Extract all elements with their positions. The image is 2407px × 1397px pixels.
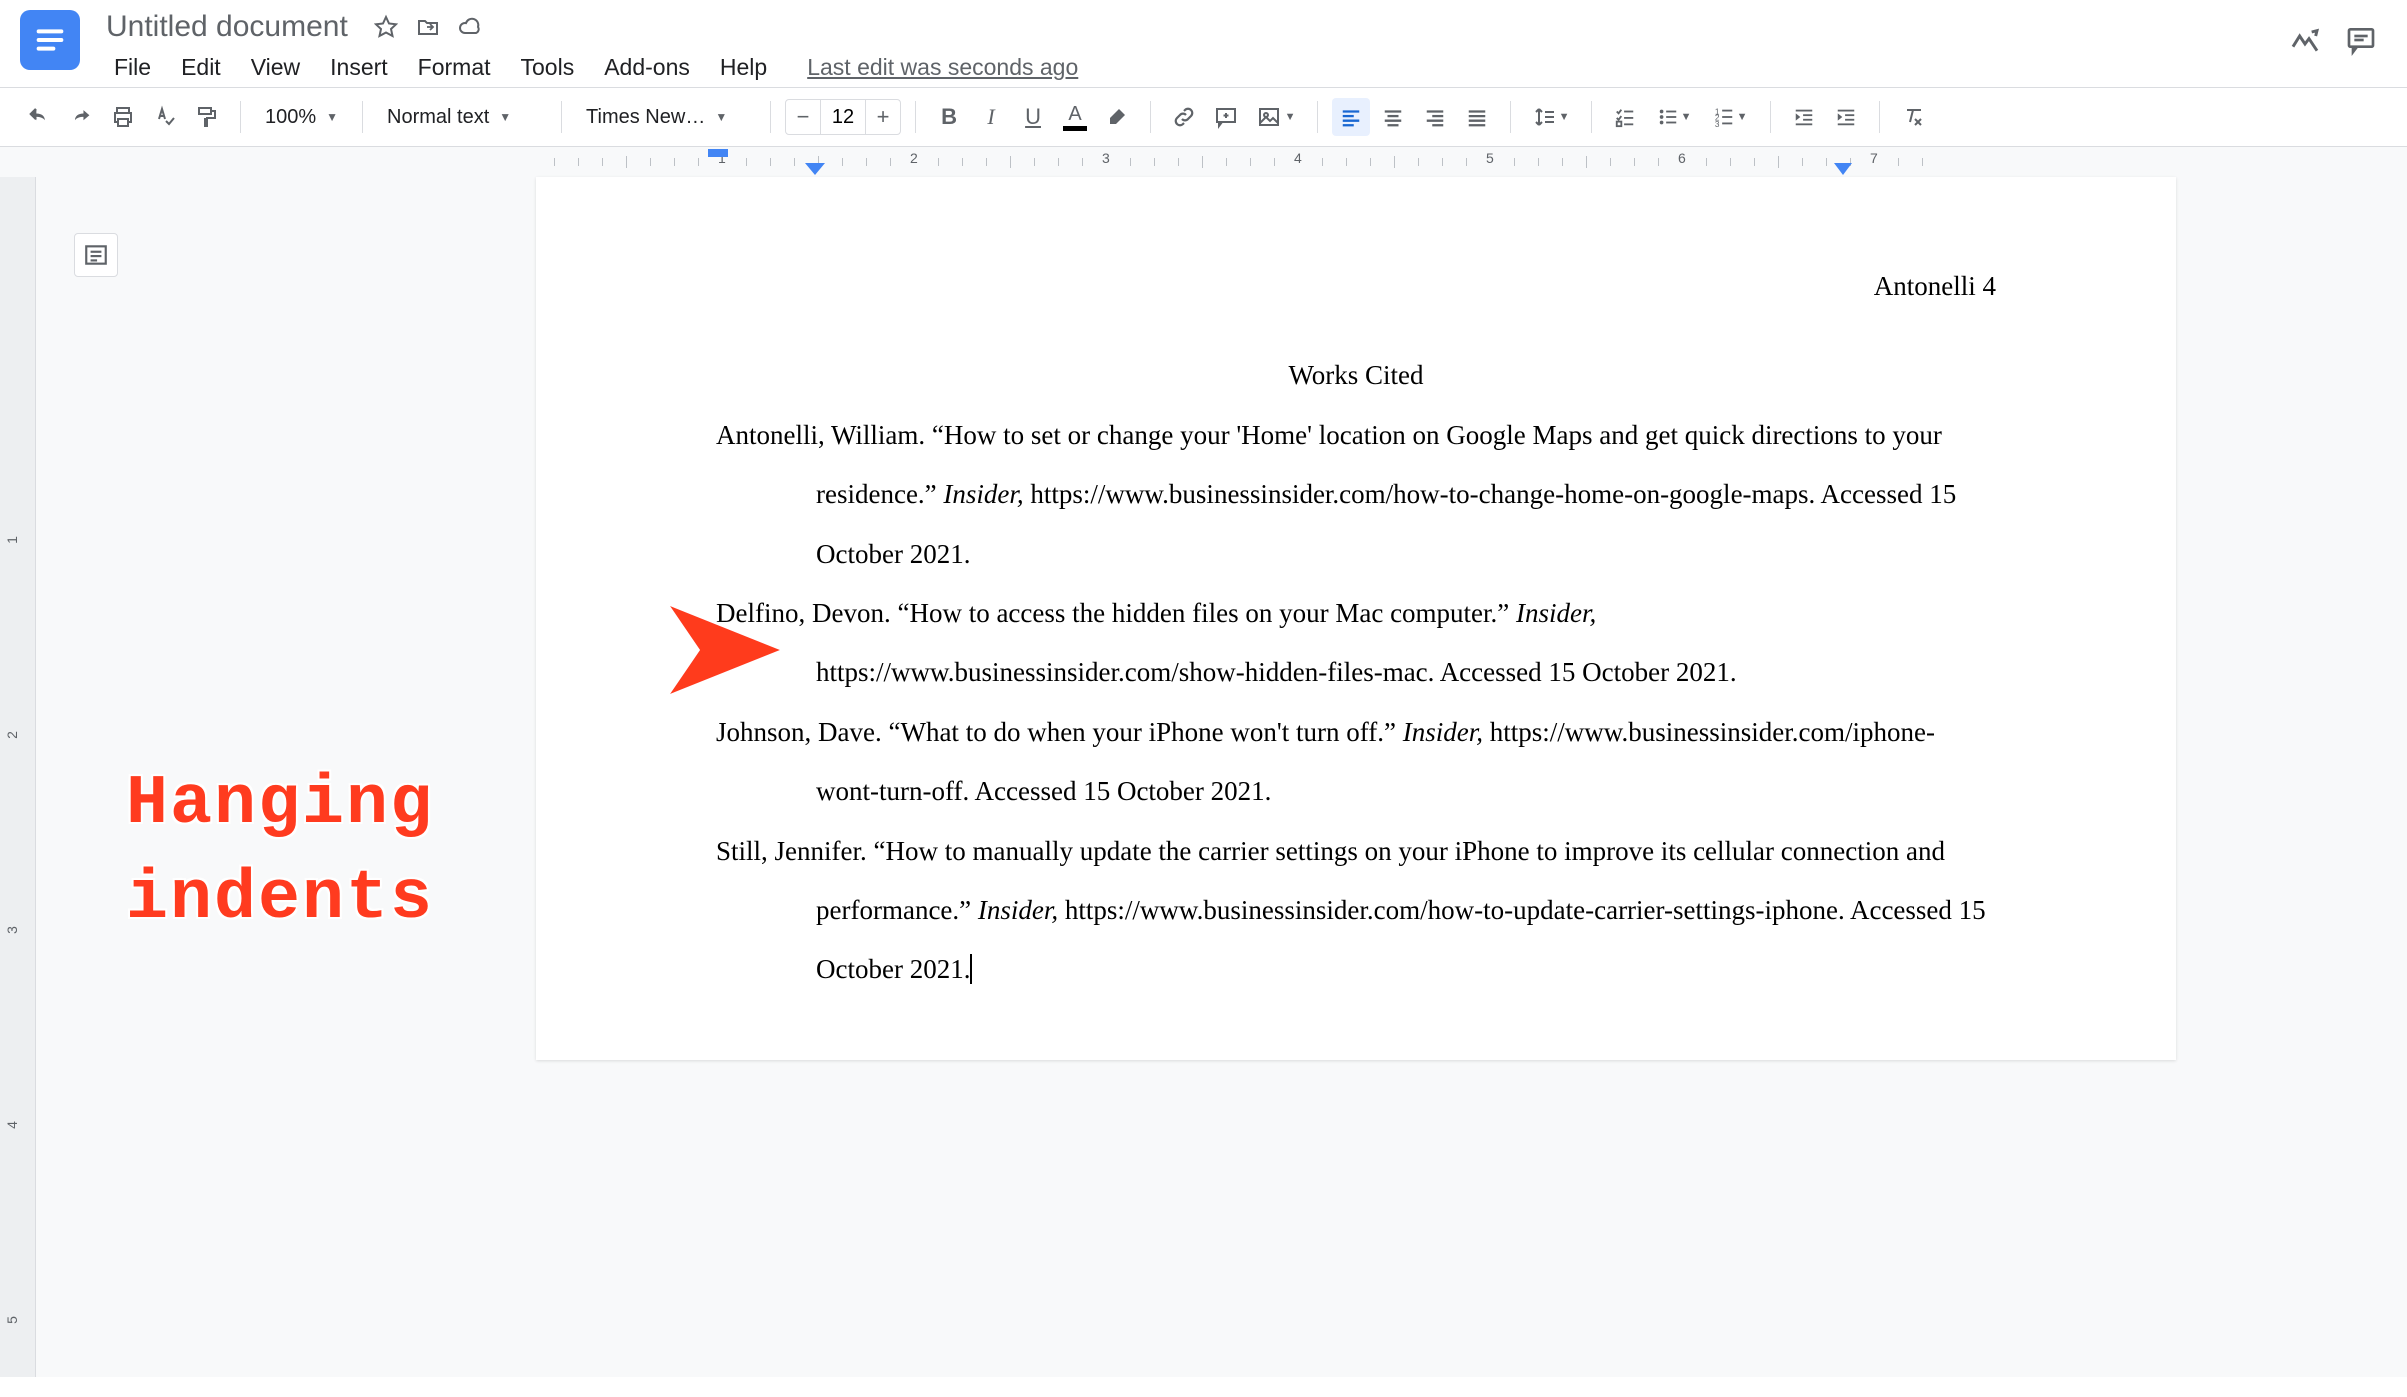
menu-tools[interactable]: Tools	[507, 48, 589, 87]
move-folder-icon[interactable]	[416, 15, 440, 39]
document-page[interactable]: Antonelli 4 Works Cited Antonelli, Willi…	[536, 177, 2176, 1060]
citation-author: Still, Jennifer.	[716, 836, 867, 866]
align-justify-button[interactable]	[1458, 98, 1496, 136]
citation-article: “How to access the hidden files on your …	[897, 598, 1509, 628]
font-dropdown[interactable]: Times New…▼	[576, 98, 756, 136]
v-ruler-number: 3	[4, 926, 20, 934]
ruler-number: 7	[1870, 150, 1878, 166]
workspace: 1 2 3 4 5 Antonelli 4 Works Cited Antonelli,…	[0, 177, 2407, 1377]
font-size-input[interactable]	[820, 100, 866, 134]
ruler-number: 3	[1102, 150, 1110, 166]
ruler-number: 6	[1678, 150, 1686, 166]
outline-toggle-button[interactable]	[74, 233, 118, 277]
menu-format[interactable]: Format	[404, 48, 505, 87]
citation-publication: Insider,	[1516, 598, 1596, 628]
ruler-number: 4	[1294, 150, 1302, 166]
align-left-button[interactable]	[1332, 98, 1370, 136]
paint-format-button[interactable]	[188, 98, 226, 136]
bold-button[interactable]: B	[930, 98, 968, 136]
align-right-button[interactable]	[1416, 98, 1454, 136]
citation-entry: Delfino, Devon. “How to access the hidde…	[716, 584, 1996, 703]
docs-logo[interactable]	[20, 10, 80, 70]
menu-insert[interactable]: Insert	[316, 48, 402, 87]
ruler-number: 5	[1486, 150, 1494, 166]
right-indent-marker[interactable]	[1834, 163, 1852, 175]
citation-accessed: Accessed 15 October 2021.	[1440, 657, 1737, 687]
menu-addons[interactable]: Add-ons	[590, 48, 704, 87]
citation-author: Johnson, Dave.	[716, 717, 882, 747]
citation-author: Antonelli, William.	[716, 420, 925, 450]
citation-author: Delfino, Devon.	[716, 598, 891, 628]
redo-button[interactable]	[62, 98, 100, 136]
clear-format-button[interactable]	[1894, 98, 1932, 136]
menu-file[interactable]: File	[100, 48, 165, 87]
undo-button[interactable]	[20, 98, 58, 136]
works-cited-title: Works Cited	[716, 346, 1996, 405]
citation-article: “What to do when your iPhone won't turn …	[888, 717, 1396, 747]
menubar: File Edit View Insert Format Tools Add-o…	[96, 48, 2273, 87]
app-header: Untitled document File Edit View Insert …	[0, 0, 2407, 87]
citation-url: https://www.businessinsider.com/show-hid…	[816, 657, 1434, 687]
font-size-decrease[interactable]: −	[786, 100, 820, 134]
indent-decrease-button[interactable]	[1785, 98, 1823, 136]
comment-history-icon[interactable]	[2345, 24, 2377, 56]
zoom-dropdown[interactable]: 100%▼	[255, 98, 348, 136]
document-title[interactable]: Untitled document	[96, 10, 358, 44]
bullet-list-button[interactable]: ▼	[1648, 98, 1700, 136]
insert-link-button[interactable]	[1165, 98, 1203, 136]
font-size-increase[interactable]: +	[866, 100, 900, 134]
numbered-list-button[interactable]: 123▼	[1704, 98, 1756, 136]
v-ruler-number: 4	[4, 1121, 20, 1129]
citation-publication: Insider,	[1403, 717, 1483, 747]
citation-publication: Insider,	[943, 479, 1023, 509]
align-center-button[interactable]	[1374, 98, 1412, 136]
last-edit-link[interactable]: Last edit was seconds ago	[807, 54, 1078, 81]
insert-comment-button[interactable]	[1207, 98, 1245, 136]
underline-button[interactable]: U	[1014, 98, 1052, 136]
v-ruler-number: 5	[4, 1316, 20, 1324]
page-header: Antonelli 4	[716, 257, 1996, 316]
svg-text:3: 3	[1714, 120, 1719, 128]
spellcheck-button[interactable]	[146, 98, 184, 136]
menu-edit[interactable]: Edit	[167, 48, 235, 87]
menu-help[interactable]: Help	[706, 48, 781, 87]
menu-view[interactable]: View	[237, 48, 314, 87]
citation-accessed: Accessed 15 October 2021.	[975, 776, 1272, 806]
citation-publication: Insider,	[978, 895, 1058, 925]
citation-entry: Johnson, Dave. “What to do when your iPh…	[716, 703, 1996, 822]
ruler-number: 2	[910, 150, 918, 166]
line-spacing-button[interactable]: ▼	[1525, 98, 1577, 136]
vertical-ruler[interactable]: 1 2 3 4 5	[0, 177, 36, 1377]
horizontal-ruler[interactable]: 1234567	[0, 147, 2407, 177]
insert-image-button[interactable]: ▼	[1249, 98, 1303, 136]
toolbar: 100%▼ Normal text▼ Times New…▼ − + B I U…	[0, 87, 2407, 147]
citation-entry: Still, Jennifer. “How to manually update…	[716, 822, 1996, 1000]
first-line-indent-marker[interactable]	[708, 149, 728, 157]
print-button[interactable]	[104, 98, 142, 136]
style-dropdown[interactable]: Normal text▼	[377, 98, 547, 136]
v-ruler-number: 2	[4, 731, 20, 739]
star-icon[interactable]	[374, 15, 398, 39]
v-ruler-number: 1	[4, 536, 20, 544]
font-size-group: − +	[785, 99, 901, 135]
citation-url: https://www.businessinsider.com/how-to-u…	[1065, 895, 1845, 925]
activity-icon[interactable]	[2289, 24, 2321, 56]
citation-url: https://www.businessinsider.com/how-to-c…	[1030, 479, 1815, 509]
cloud-status-icon[interactable]	[458, 15, 482, 39]
text-color-button[interactable]: A	[1056, 98, 1094, 136]
highlight-button[interactable]	[1098, 98, 1136, 136]
indent-increase-button[interactable]	[1827, 98, 1865, 136]
checklist-button[interactable]	[1606, 98, 1644, 136]
italic-button[interactable]: I	[972, 98, 1010, 136]
hanging-indent-marker[interactable]	[805, 163, 825, 175]
citation-entry: Antonelli, William. “How to set or chang…	[716, 406, 1996, 584]
text-cursor	[970, 954, 972, 984]
